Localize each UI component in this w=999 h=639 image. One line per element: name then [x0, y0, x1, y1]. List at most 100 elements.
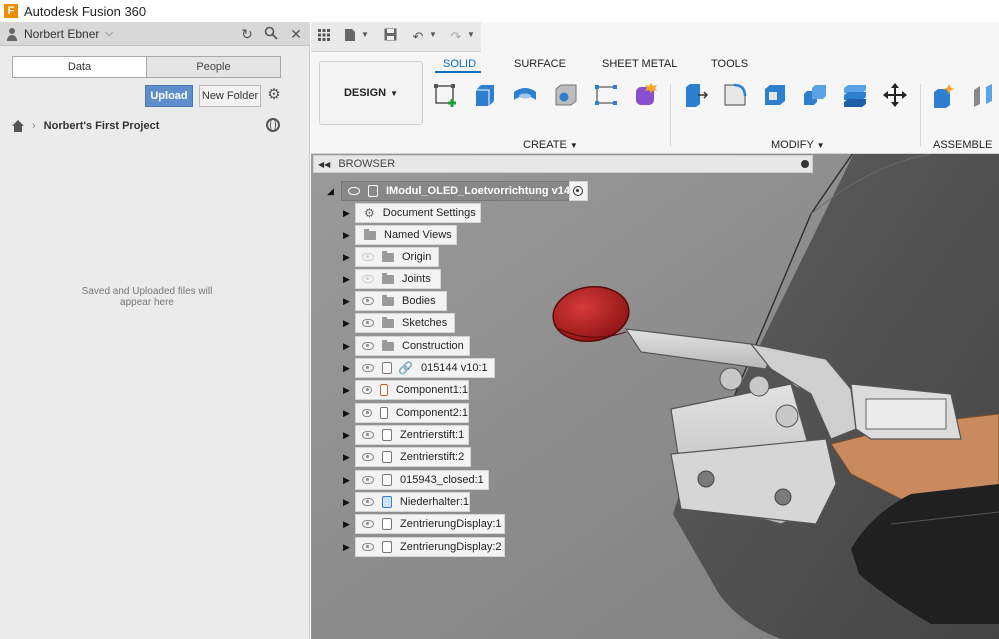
close-icon[interactable]: ✕	[288, 26, 304, 42]
tree-item-construction[interactable]: Construction	[355, 336, 470, 356]
expand-caret-icon[interactable]: ▶	[343, 537, 353, 557]
redo-icon[interactable]: ↷	[447, 28, 465, 46]
tab-tools[interactable]: TOOLS	[711, 58, 748, 70]
tree-item-component1[interactable]: Component1:1	[355, 380, 469, 400]
tree-item-label: Component2:1	[395, 407, 468, 419]
expand-caret-icon[interactable]: ▶	[343, 269, 353, 289]
create-sketch-icon[interactable]	[433, 82, 459, 108]
save-icon[interactable]	[381, 28, 399, 46]
empty-message-line2: appear here	[120, 297, 174, 308]
visibility-eye-icon[interactable]	[362, 476, 374, 484]
tree-item-zentrierungdisplay-1[interactable]: ZentrierungDisplay:1	[355, 514, 505, 534]
tab-surface[interactable]: SURFACE	[514, 58, 566, 70]
tree-item-origin[interactable]: Origin	[355, 247, 439, 267]
tree-item-zentrierstift-2[interactable]: Zentrierstift:2	[355, 447, 471, 467]
user-name[interactable]: Norbert Ebner	[24, 27, 99, 41]
expand-caret-icon[interactable]: ▶	[343, 403, 353, 423]
tree-item-named-views[interactable]: Named Views	[355, 225, 457, 245]
create-group-label[interactable]: CREATE ▼	[523, 139, 578, 151]
joint-icon[interactable]	[971, 82, 997, 108]
link-icon: 🔗	[398, 361, 413, 375]
move-icon[interactable]	[882, 82, 908, 108]
visibility-eye-icon[interactable]	[362, 543, 374, 551]
expand-caret-icon[interactable]: ▶	[343, 470, 353, 490]
tree-item-zentrierungdisplay-2[interactable]: ZentrierungDisplay:2	[355, 537, 505, 557]
expand-caret-icon[interactable]: ▶	[343, 225, 353, 245]
3d-viewport[interactable]: ◀◀ BROWSER ◢ IModul_OLED_Loetvorrichtung…	[311, 154, 999, 639]
tree-item-sketches[interactable]: Sketches	[355, 313, 455, 333]
visibility-eye-icon[interactable]	[362, 386, 372, 394]
tree-item-zentrierstift-1[interactable]: Zentrierstift:1	[355, 425, 469, 445]
visibility-eye-icon[interactable]	[362, 409, 372, 417]
home-icon[interactable]	[12, 120, 24, 132]
tab-solid[interactable]: SOLID	[443, 58, 476, 70]
visibility-eye-icon[interactable]	[362, 431, 374, 439]
expand-caret-icon[interactable]: ▶	[343, 291, 353, 311]
hole-icon[interactable]	[553, 82, 579, 108]
modify-group-label[interactable]: MODIFY ▼	[771, 139, 825, 151]
globe-icon[interactable]	[266, 118, 280, 132]
rectangular-pattern-icon[interactable]	[593, 82, 619, 108]
expand-caret-icon[interactable]: ▶	[343, 336, 353, 356]
tree-item-document-settings[interactable]: ⚙ Document Settings	[355, 203, 481, 223]
visibility-eye-icon[interactable]	[362, 319, 374, 327]
redo-caret-icon[interactable]: ▼	[467, 30, 475, 39]
expand-caret-icon[interactable]: ▶	[343, 447, 353, 467]
tree-root-component[interactable]: IModul_OLED_Loetvorrichtung v14	[341, 181, 588, 201]
tree-item-bodies[interactable]: Bodies	[355, 291, 447, 311]
visibility-eye-icon[interactable]	[362, 453, 374, 461]
fillet-icon[interactable]	[722, 82, 748, 108]
expand-caret-icon[interactable]: ▶	[343, 358, 353, 378]
tab-data[interactable]: Data	[13, 57, 147, 77]
visibility-eye-icon[interactable]	[362, 297, 374, 305]
press-pull-icon[interactable]	[682, 82, 708, 108]
activate-component-toggle[interactable]	[569, 181, 588, 201]
offset-face-icon[interactable]	[842, 82, 868, 108]
expand-caret-icon[interactable]: ▶	[343, 247, 353, 267]
upload-button[interactable]: Upload	[145, 85, 193, 107]
project-name[interactable]: Norbert's First Project	[44, 120, 160, 132]
file-menu-caret-icon[interactable]: ▼	[361, 30, 369, 39]
collapse-caret-icon[interactable]: ◢	[327, 181, 337, 201]
expand-caret-icon[interactable]: ▶	[343, 425, 353, 445]
chevron-right-icon: ›	[32, 120, 36, 132]
extrude-icon[interactable]	[472, 82, 498, 108]
tab-people[interactable]: People	[147, 57, 280, 77]
create-form-icon[interactable]	[633, 82, 659, 108]
visibility-eye-icon[interactable]	[362, 364, 374, 372]
tree-item-015943-closed[interactable]: 015943_closed:1	[355, 470, 489, 490]
visibility-eye-icon[interactable]	[362, 275, 374, 283]
new-folder-button[interactable]: New Folder	[199, 85, 261, 107]
file-icon[interactable]	[341, 28, 359, 46]
minimize-icon[interactable]	[801, 160, 809, 168]
search-icon[interactable]	[263, 26, 279, 42]
revolve-icon[interactable]	[512, 82, 538, 108]
visibility-eye-icon[interactable]	[362, 520, 374, 528]
new-component-icon[interactable]	[931, 82, 957, 108]
expand-caret-icon[interactable]: ▶	[343, 313, 353, 333]
combine-icon[interactable]	[802, 82, 828, 108]
grid-menu-icon[interactable]	[315, 28, 333, 46]
tree-item-niederhalter[interactable]: Niederhalter:1	[355, 492, 470, 512]
tree-item-label: Construction	[402, 340, 464, 352]
tree-item-linked-component[interactable]: 🔗 015144 v10:1	[355, 358, 495, 378]
expand-caret-icon[interactable]: ▶	[343, 492, 353, 512]
expand-caret-icon[interactable]: ▶	[343, 203, 353, 223]
expand-caret-icon[interactable]: ▶	[343, 380, 353, 400]
gear-icon[interactable]: ⚙	[265, 86, 283, 104]
tab-sheet-metal[interactable]: SHEET METAL	[602, 58, 677, 70]
visibility-eye-icon[interactable]	[348, 187, 360, 195]
visibility-eye-icon[interactable]	[362, 498, 374, 506]
refresh-icon[interactable]: ↻	[239, 26, 255, 42]
chevron-down-icon[interactable]: ⌵	[105, 28, 113, 39]
visibility-eye-icon[interactable]	[362, 253, 374, 261]
collapse-panel-icon[interactable]: ◀◀	[318, 160, 330, 169]
expand-caret-icon[interactable]: ▶	[343, 514, 353, 534]
undo-caret-icon[interactable]: ▼	[429, 30, 437, 39]
undo-icon[interactable]: ↶	[409, 28, 427, 46]
tree-item-component2[interactable]: Component2:1	[355, 403, 469, 423]
tree-item-joints[interactable]: Joints	[355, 269, 441, 289]
shell-icon[interactable]	[762, 82, 788, 108]
workspace-switcher-button[interactable]: DESIGN ▼	[319, 61, 423, 125]
visibility-eye-icon[interactable]	[362, 342, 374, 350]
